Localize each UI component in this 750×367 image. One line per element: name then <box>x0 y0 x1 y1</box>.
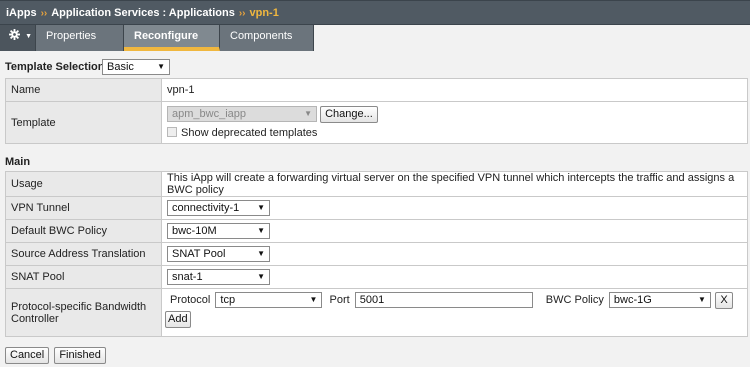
port-value: 5001 <box>359 294 385 306</box>
protocol-label: Protocol <box>170 294 211 306</box>
chevron-down-icon: ▼ <box>304 108 312 118</box>
chevron-down-icon: ▼ <box>257 249 265 258</box>
table-row: Source Address Translation SNAT Pool ▼ <box>5 242 748 266</box>
table-row: Template apm_bwc_iapp ▼ Change... Show de… <box>5 101 748 144</box>
usage-label: Usage <box>5 171 162 197</box>
source-address-translation-label: Source Address Translation <box>5 242 162 266</box>
snat-pool-label: SNAT Pool <box>5 265 162 289</box>
finished-button[interactable]: Finished <box>54 347 106 364</box>
breadcrumb: iApps ›› Application Services : Applicatio… <box>0 0 750 25</box>
table-row: SNAT Pool snat-1 ▼ <box>5 265 748 289</box>
protocol-value: tcp <box>220 294 236 306</box>
port-input[interactable]: 5001 <box>354 292 533 308</box>
breadcrumb-root[interactable]: iApps <box>6 7 37 19</box>
breadcrumb-section[interactable]: Application Services : Applications <box>51 7 235 19</box>
add-row-button[interactable]: Add <box>165 311 191 328</box>
row-bwc-policy-select[interactable]: bwc-1G ▼ <box>608 292 711 308</box>
template-table: Name vpn-1 Template apm_bwc_iapp ▼ Change… <box>5 78 748 144</box>
snat-pool-value: snat-1 <box>172 271 203 283</box>
chevron-down-icon: ▼ <box>309 295 318 304</box>
chevron-down-icon: ▼ <box>157 62 165 71</box>
template-select[interactable]: apm_bwc_iapp ▼ <box>167 105 317 122</box>
gear-menu-tab[interactable]: ▼ <box>0 25 36 51</box>
breadcrumb-current: vpn-1 <box>249 7 279 19</box>
gear-icon <box>9 29 23 42</box>
row-bwc-policy-value: bwc-1G <box>613 294 652 306</box>
template-selection-value: Basic <box>107 61 134 73</box>
row-bwc-policy-label: BWC Policy <box>545 294 604 306</box>
name-label: Name <box>5 78 162 102</box>
default-bwc-policy-select[interactable]: bwc-10M ▼ <box>167 223 270 239</box>
protocol-bandwidth-controller-label: Protocol-specific Bandwidth Controller <box>5 288 162 337</box>
snat-pool-select[interactable]: snat-1 ▼ <box>167 269 270 285</box>
chevron-down-icon: ▼ <box>25 33 32 40</box>
vpn-tunnel-label: VPN Tunnel <box>5 196 162 220</box>
chevron-down-icon: ▼ <box>698 295 706 304</box>
show-deprecated-checkbox[interactable] <box>167 126 177 137</box>
tab-components[interactable]: Components <box>220 25 314 51</box>
template-selection-label: Template Selection: <box>5 61 109 73</box>
chevron-down-icon: ▼ <box>257 272 265 281</box>
usage-text: This iApp will create a forwarding virtu… <box>161 171 748 197</box>
cancel-button[interactable]: Cancel <box>5 347 50 364</box>
change-template-button[interactable]: Change... <box>320 105 378 123</box>
show-deprecated-label: Show deprecated templates <box>181 126 318 139</box>
tab-properties[interactable]: Properties <box>36 25 124 51</box>
source-address-translation-value: SNAT Pool <box>172 248 226 260</box>
tab-reconfigure[interactable]: Reconfigure <box>124 25 220 51</box>
table-row: Default BWC Policy bwc-10M ▼ <box>5 219 748 243</box>
breadcrumb-separator: ›› <box>40 8 48 19</box>
default-bwc-policy-label: Default BWC Policy <box>5 219 162 243</box>
template-value: apm_bwc_iapp <box>172 107 246 120</box>
source-address-translation-select[interactable]: SNAT Pool ▼ <box>167 246 270 262</box>
chevron-down-icon: ▼ <box>257 203 265 212</box>
main-table: Usage This iApp will create a forwarding… <box>5 171 748 337</box>
template-selection-select[interactable]: Basic ▼ <box>102 59 170 75</box>
default-bwc-policy-value: bwc-10M <box>172 225 217 237</box>
form-footer: Cancel Finished <box>5 347 106 364</box>
chevron-down-icon: ▼ <box>257 226 265 235</box>
tab-bar: ▼ Properties Reconfigure Components <box>0 25 750 52</box>
main-section-title: Main <box>5 156 31 168</box>
table-row: Usage This iApp will create a forwarding… <box>5 171 748 197</box>
table-row: VPN Tunnel connectivity-1 ▼ <box>5 196 748 220</box>
table-row: Name vpn-1 <box>5 78 748 102</box>
remove-row-button[interactable]: X <box>714 292 733 309</box>
vpn-tunnel-value: connectivity-1 <box>172 202 240 214</box>
name-value: vpn-1 <box>161 78 748 102</box>
protocol-select[interactable]: tcp ▼ <box>215 292 323 308</box>
vpn-tunnel-select[interactable]: connectivity-1 ▼ <box>167 200 270 216</box>
template-label: Template <box>5 101 162 144</box>
breadcrumb-separator: ›› <box>238 8 246 19</box>
table-row: Protocol-specific Bandwidth Controller P… <box>5 288 748 337</box>
template-selection: Template Selection: Basic ▼ <box>5 59 170 75</box>
port-label: Port <box>329 294 350 306</box>
